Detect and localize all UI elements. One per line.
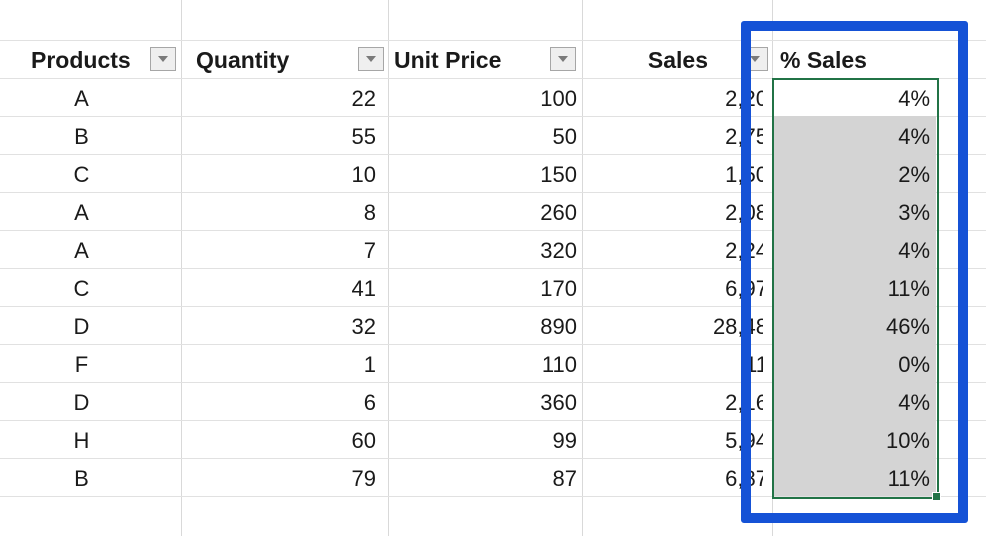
cell-sales[interactable]: 2,08 [582, 201, 763, 225]
spreadsheet-table: Products Quantity Unit Price Sales % Sal… [0, 0, 986, 536]
cell-unit-price[interactable]: 87 [396, 467, 577, 491]
cell-quantity[interactable]: 22 [190, 87, 376, 111]
cell-quantity[interactable]: 8 [190, 201, 376, 225]
cell-sales[interactable]: 2,24 [582, 239, 763, 263]
dropdown-arrow-icon [558, 56, 568, 62]
cell-unit-price[interactable]: 110 [396, 353, 577, 377]
cell-quantity[interactable]: 7 [190, 239, 376, 263]
cell-quantity[interactable]: 1 [190, 353, 376, 377]
cell-unit-price[interactable]: 150 [396, 163, 577, 187]
dropdown-arrow-icon [158, 56, 168, 62]
cell-product[interactable]: A [0, 87, 163, 111]
cell-sales[interactable]: 6,97 [582, 277, 763, 301]
cell-sales[interactable]: 5,94 [582, 429, 763, 453]
cell-quantity[interactable]: 41 [190, 277, 376, 301]
cell-product[interactable]: A [0, 201, 163, 225]
cell-product[interactable]: F [0, 353, 163, 377]
header-quantity[interactable]: Quantity [196, 48, 289, 72]
cell-unit-price[interactable]: 320 [396, 239, 577, 263]
cell-sales[interactable]: 11 [582, 353, 763, 377]
cell-unit-price[interactable]: 100 [396, 87, 577, 111]
cell-quantity[interactable]: 79 [190, 467, 376, 491]
cell-sales[interactable]: 2,75 [582, 125, 763, 149]
cell-sales[interactable]: 2,16 [582, 391, 763, 415]
dropdown-arrow-icon [366, 56, 376, 62]
cell-quantity[interactable]: 60 [190, 429, 376, 453]
highlight-annotation-box [741, 21, 968, 523]
cell-product[interactable]: C [0, 277, 163, 301]
cell-sales[interactable]: 2,20 [582, 87, 763, 111]
cell-unit-price[interactable]: 50 [396, 125, 577, 149]
cell-product[interactable]: D [0, 391, 163, 415]
filter-button-quantity[interactable] [358, 47, 384, 71]
cell-unit-price[interactable]: 260 [396, 201, 577, 225]
cell-unit-price[interactable]: 890 [396, 315, 577, 339]
cell-quantity[interactable]: 10 [190, 163, 376, 187]
cell-product[interactable]: B [0, 125, 163, 149]
sales-column: 2,20 2,75 1,50 2,08 2,24 6,97 28,48 11 2… [582, 0, 763, 536]
cell-unit-price[interactable]: 360 [396, 391, 577, 415]
filter-button-unit-price[interactable] [550, 47, 576, 71]
cell-quantity[interactable]: 55 [190, 125, 376, 149]
cell-unit-price[interactable]: 170 [396, 277, 577, 301]
cell-product[interactable]: C [0, 163, 163, 187]
cell-product[interactable]: A [0, 239, 163, 263]
cell-sales[interactable]: 28,48 [582, 315, 763, 339]
header-products[interactable]: Products [31, 48, 131, 72]
filter-button-products[interactable] [150, 47, 176, 71]
cell-quantity[interactable]: 6 [190, 391, 376, 415]
cell-product[interactable]: B [0, 467, 163, 491]
cell-unit-price[interactable]: 99 [396, 429, 577, 453]
cell-sales[interactable]: 1,50 [582, 163, 763, 187]
cell-sales[interactable]: 6,87 [582, 467, 763, 491]
header-unit-price[interactable]: Unit Price [394, 48, 501, 72]
cell-product[interactable]: H [0, 429, 163, 453]
cell-product[interactable]: D [0, 315, 163, 339]
cell-quantity[interactable]: 32 [190, 315, 376, 339]
